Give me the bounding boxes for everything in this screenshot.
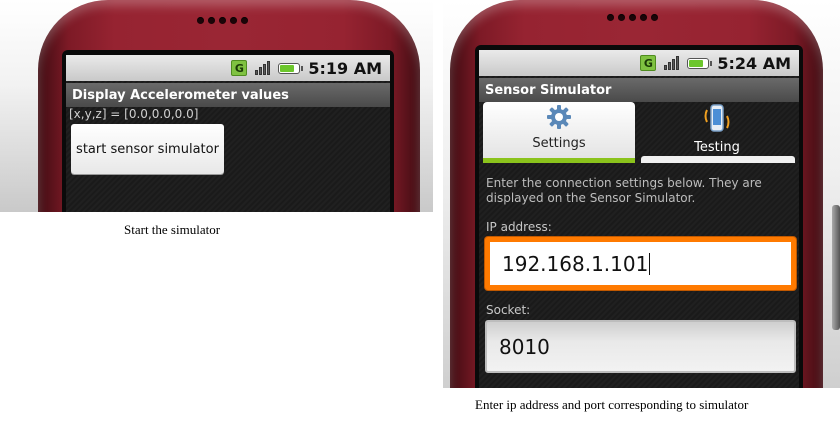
tab-testing[interactable]: Testing <box>639 102 795 158</box>
tab-settings-indicator <box>483 158 635 163</box>
socket-input[interactable]: 8010 <box>485 320 796 373</box>
vibrating-phone-icon <box>704 104 730 132</box>
status-time: 5:24 AM <box>717 53 791 73</box>
left-caption: Start the simulator <box>124 222 221 237</box>
socket-value: 8010 <box>499 334 550 359</box>
left-screenshot: G 5:19 AM Display Accelerometer values [… <box>0 0 433 212</box>
network-g-icon: G <box>640 55 657 71</box>
right-screenshot: G 5:24 AM Sensor Simulator Settings Test… <box>443 0 840 388</box>
tab-testing-label: Testing <box>694 140 740 155</box>
start-sensor-simulator-button[interactable]: start sensor simulator <box>71 124 224 174</box>
right-caption: Enter ip address and port corresponding … <box>475 397 749 412</box>
status-bar: G 5:19 AM <box>66 55 390 81</box>
signal-icon <box>255 61 271 75</box>
signal-icon <box>664 56 680 70</box>
gear-icon <box>547 105 571 129</box>
app-title: Sensor Simulator <box>479 78 799 102</box>
tab-settings-label: Settings <box>532 136 586 151</box>
ip-address-value: 192.168.1.101 <box>502 251 649 276</box>
speaker-grille <box>607 14 658 21</box>
speaker-grille <box>197 17 248 24</box>
battery-icon <box>687 57 713 69</box>
app-title: Display Accelerometer values <box>66 83 390 107</box>
instructions-text: Enter the connection settings below. The… <box>486 176 762 205</box>
text-cursor <box>649 252 651 275</box>
accelerometer-values: [x,y,z] = [0.0,0.0,0.0] <box>69 107 199 121</box>
network-g-icon: G <box>231 60 248 76</box>
phone-screen: G 5:24 AM Sensor Simulator Settings Test… <box>479 50 799 388</box>
tab-settings[interactable]: Settings <box>483 102 635 158</box>
status-bar: G 5:24 AM <box>479 50 799 76</box>
battery-icon <box>278 62 304 74</box>
tab-testing-indicator <box>641 156 795 163</box>
status-time: 5:19 AM <box>308 58 382 78</box>
socket-label: Socket: <box>486 303 531 317</box>
ip-address-input[interactable]: 192.168.1.101 <box>485 237 796 290</box>
ip-address-label: IP address: <box>486 220 552 234</box>
phone-screen: G 5:19 AM Display Accelerometer values [… <box>66 55 390 212</box>
